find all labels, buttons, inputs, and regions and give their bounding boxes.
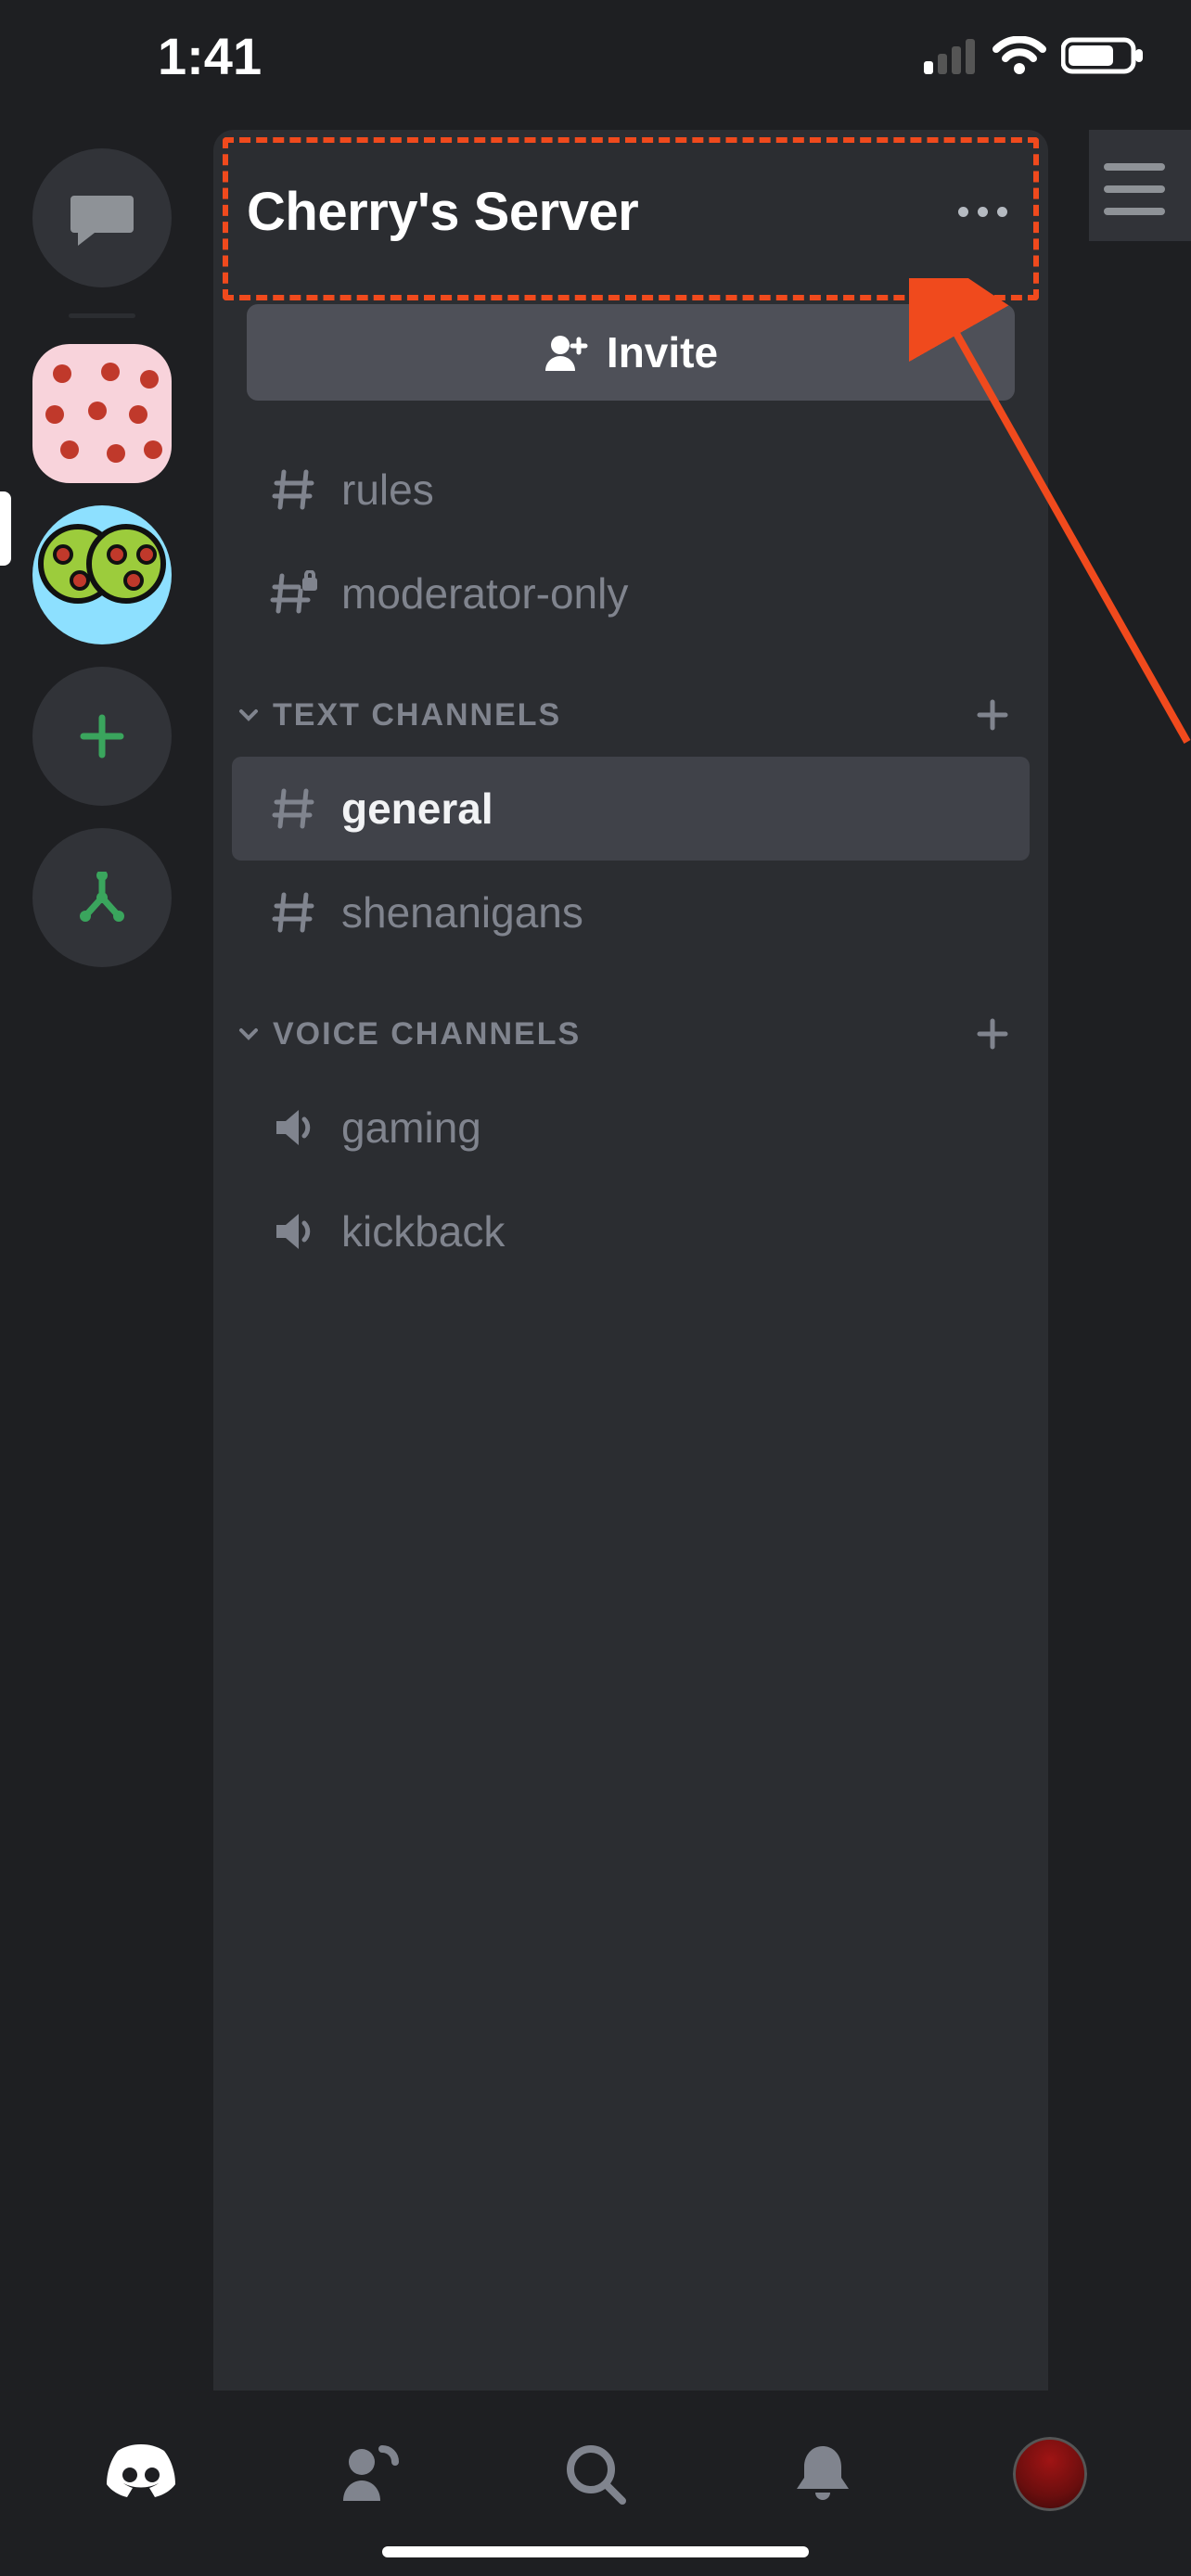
channel-label: rules [341, 465, 434, 515]
server-avatar-cherry[interactable] [32, 344, 172, 483]
dm-button[interactable] [32, 148, 172, 287]
tab-friends[interactable] [313, 2428, 424, 2520]
status-time: 1:41 [158, 26, 262, 86]
add-channel-button[interactable] [974, 696, 1011, 733]
discovery-icon [72, 872, 132, 924]
channel-label: kickback [341, 1206, 505, 1256]
cellular-icon [924, 37, 978, 74]
category-voice-channels[interactable]: VOICE CHANNELS [213, 992, 1048, 1076]
channel-panel: Cherry's Server Invite rules moderator-o… [213, 130, 1048, 2391]
chevron-down-icon [237, 1023, 260, 1045]
hash-icon [265, 785, 323, 832]
category-text-channels[interactable]: TEXT CHANNELS [213, 673, 1048, 757]
hamburger-menu-button[interactable] [1104, 163, 1165, 215]
server-discovery-button[interactable] [32, 828, 172, 967]
channel-label: shenanigans [341, 887, 583, 937]
discord-logo-icon [99, 2442, 183, 2506]
wifi-icon [992, 36, 1046, 75]
channel-label: moderator-only [341, 568, 628, 618]
category-label: TEXT CHANNELS [273, 697, 974, 733]
hash-lock-icon [265, 570, 323, 617]
hash-icon [265, 466, 323, 513]
tab-home[interactable] [85, 2428, 197, 2520]
plus-icon [76, 710, 128, 762]
chat-bubble-icon [69, 190, 135, 246]
home-indicator [382, 2546, 809, 2557]
rail-divider [69, 313, 135, 318]
channel-moderator-only[interactable]: moderator-only [232, 542, 1030, 645]
channel-label: gaming [341, 1103, 481, 1153]
server-title: Cherry's Server [247, 181, 638, 243]
user-avatar [1013, 2437, 1087, 2511]
friend-wave-icon [336, 2442, 401, 2506]
channel-general[interactable]: general [232, 757, 1030, 861]
hash-icon [265, 889, 323, 936]
tab-profile[interactable] [994, 2428, 1106, 2520]
server-rail [28, 148, 176, 967]
category-label: VOICE CHANNELS [273, 1016, 974, 1052]
server-selection-indicator [0, 491, 11, 566]
add-server-button[interactable] [32, 667, 172, 806]
server-header[interactable]: Cherry's Server [213, 130, 1048, 293]
speaker-icon [265, 1208, 323, 1255]
channel-rules[interactable]: rules [232, 438, 1030, 542]
invite-button[interactable]: Invite [247, 304, 1015, 401]
tab-search[interactable] [540, 2428, 651, 2520]
speaker-icon [265, 1104, 323, 1151]
invite-person-icon [544, 334, 588, 371]
chevron-down-icon [237, 704, 260, 726]
bell-icon [793, 2441, 852, 2507]
more-icon[interactable] [958, 207, 1007, 217]
server-avatar-tree[interactable] [32, 505, 172, 644]
search-icon [563, 2442, 628, 2506]
invite-label: Invite [607, 327, 718, 377]
status-icons [924, 36, 1145, 75]
channel-kickback[interactable]: kickback [232, 1180, 1030, 1283]
tab-notifications[interactable] [767, 2428, 878, 2520]
channel-label: general [341, 784, 493, 834]
status-bar: 1:41 [0, 0, 1191, 111]
add-channel-button[interactable] [974, 1015, 1011, 1052]
channel-gaming[interactable]: gaming [232, 1076, 1030, 1180]
battery-icon [1061, 36, 1145, 75]
channel-shenanigans[interactable]: shenanigans [232, 861, 1030, 964]
